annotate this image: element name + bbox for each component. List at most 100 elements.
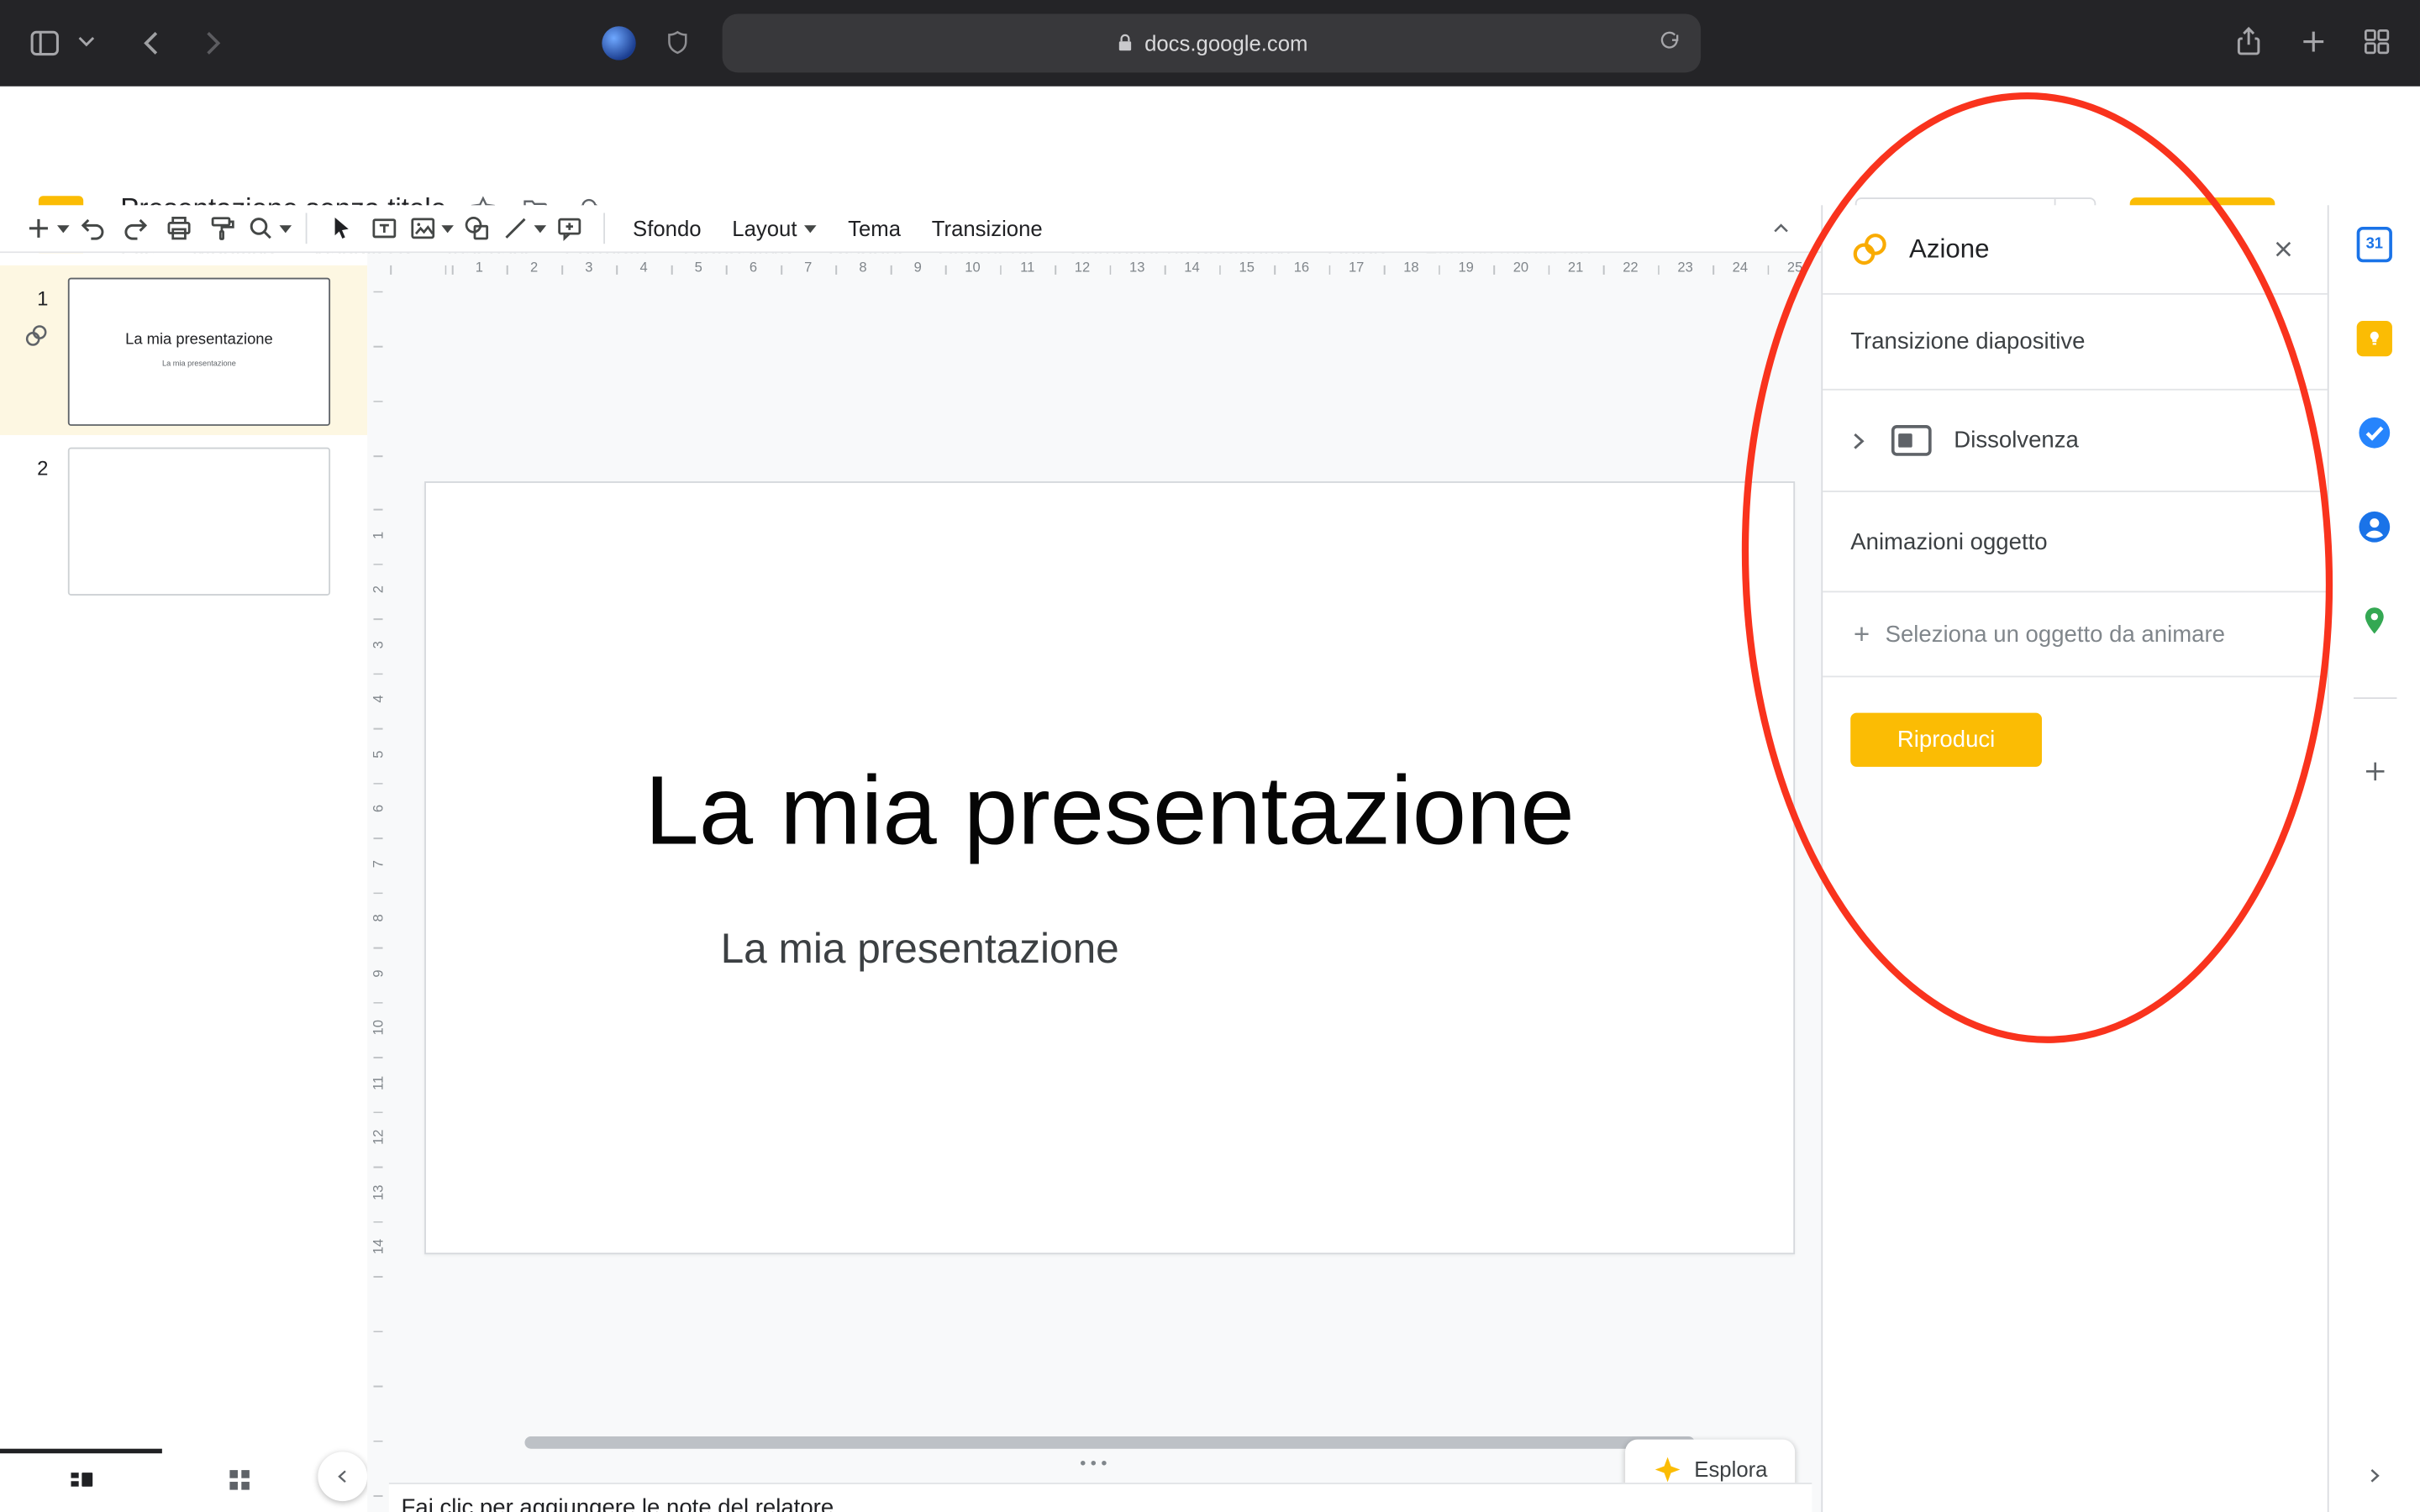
play-button[interactable]: Riproduci xyxy=(1850,713,2042,767)
screen: docs.google.com Presentazione senza tito… xyxy=(0,0,2420,1512)
slide-2-thumbnail[interactable] xyxy=(68,448,330,596)
contacts-icon[interactable] xyxy=(2357,509,2392,544)
select-tool[interactable] xyxy=(321,208,361,249)
background-button[interactable]: Sfondo xyxy=(618,208,717,249)
horizontal-scrollbar[interactable] xyxy=(524,1436,1694,1449)
get-addons-button[interactable] xyxy=(2360,758,2388,785)
insert-shape-button[interactable] xyxy=(457,208,497,249)
select-object-row[interactable]: + Seleziona un oggetto da animare xyxy=(1823,592,2328,677)
speaker-notes[interactable]: Fai clic per aggiungere le note del rela… xyxy=(389,1483,1812,1512)
insert-line-button[interactable] xyxy=(500,208,546,249)
maps-icon[interactable] xyxy=(2359,603,2391,638)
thumbnail-subtitle: La mia presentazione xyxy=(70,360,329,369)
share-page-button[interactable] xyxy=(2233,24,2265,60)
theme-button[interactable]: Tema xyxy=(833,208,917,249)
vertical-ruler: 1234567891011121314 xyxy=(367,253,389,1512)
canvas-area: 1234567891011121314 12345678910111213141… xyxy=(367,253,1821,1512)
ruler-number: 5 xyxy=(695,260,702,275)
slide-1-row[interactable]: 1 La mia presentazione La mia presentazi… xyxy=(0,265,367,435)
filmstrip-view-button[interactable] xyxy=(68,1466,96,1494)
ruler-number: 20 xyxy=(1513,260,1528,275)
expand-rail-button[interactable] xyxy=(2329,1464,2420,1488)
ruler-number: 7 xyxy=(371,853,386,874)
explore-icon xyxy=(1653,1454,1682,1483)
ruler-number: 8 xyxy=(371,907,386,929)
notes-splitter-handle[interactable]: ••• xyxy=(1046,1455,1145,1473)
toolbar-separator xyxy=(306,213,308,244)
add-slide-button[interactable] xyxy=(24,208,70,249)
ruler-number: 7 xyxy=(804,260,812,275)
ruler-number: 9 xyxy=(914,260,922,275)
toolbar: Sfondo Layout Tema Transizione xyxy=(0,205,1821,253)
ruler-number: 23 xyxy=(1677,260,1692,275)
slide-2-row[interactable]: 2 xyxy=(0,435,367,605)
lock-icon xyxy=(1115,33,1134,55)
slide-number: 1 xyxy=(37,287,48,311)
ruler-number: 12 xyxy=(371,1126,386,1148)
ruler-number: 13 xyxy=(371,1181,386,1203)
zoom-button[interactable] xyxy=(245,208,292,249)
url-text: docs.google.com xyxy=(1144,31,1307,55)
ruler-number: 1 xyxy=(371,524,386,546)
ruler-number: 6 xyxy=(750,260,757,275)
expand-chevron-icon xyxy=(1844,427,1872,454)
back-button[interactable] xyxy=(136,24,170,61)
privacy-shield-icon[interactable] xyxy=(664,26,692,59)
slide-subtitle[interactable]: La mia presentazione xyxy=(426,926,1414,974)
keep-icon[interactable] xyxy=(2357,321,2392,356)
insert-comment-button[interactable] xyxy=(550,208,590,249)
ruler-number: 3 xyxy=(371,633,386,655)
text-box-button[interactable] xyxy=(364,208,404,249)
close-panel-button[interactable] xyxy=(2270,236,2296,262)
ruler-number: 2 xyxy=(530,260,538,275)
caret-down-icon xyxy=(441,224,454,232)
forward-button[interactable] xyxy=(194,24,228,61)
slide-title[interactable]: La mia presentazione xyxy=(426,754,1793,869)
layout-label: Layout xyxy=(732,216,797,240)
reload-button[interactable] xyxy=(1658,29,1682,54)
slide-1-thumbnail[interactable]: La mia presentazione La mia presentazion… xyxy=(68,278,330,426)
ruler-number: 3 xyxy=(585,260,592,275)
paint-format-button[interactable] xyxy=(203,208,243,249)
undo-button[interactable] xyxy=(72,208,113,249)
ruler-number: 4 xyxy=(639,260,647,275)
app-header: Presentazione senza titolo File Modifica… xyxy=(0,87,2420,205)
ruler-number: 25 xyxy=(1787,260,1802,275)
transition-row[interactable]: Dissolvenza xyxy=(1823,391,2328,492)
transition-button[interactable]: Transizione xyxy=(916,208,1058,249)
animations-section-label: Animazioni oggetto xyxy=(1823,492,2328,592)
caret-down-icon xyxy=(534,224,547,232)
ruler-number: 19 xyxy=(1458,260,1473,275)
ruler-number: 12 xyxy=(1075,260,1090,275)
rail-divider xyxy=(2353,697,2396,699)
transition-name: Dissolvenza xyxy=(1954,428,2079,454)
ruler-number: 22 xyxy=(1623,260,1638,275)
address-bar[interactable]: docs.google.com xyxy=(723,14,1701,73)
ruler-number: 15 xyxy=(1239,260,1255,275)
browser-chrome: docs.google.com xyxy=(0,0,2420,87)
grid-view-button[interactable] xyxy=(225,1466,253,1494)
transition-section-label: Transizione diapositive xyxy=(1823,295,2328,391)
sidebar-toggle-button[interactable] xyxy=(28,26,61,60)
layout-button[interactable]: Layout xyxy=(717,208,833,249)
collapse-filmstrip-button[interactable] xyxy=(318,1452,367,1501)
calendar-icon[interactable]: 31 xyxy=(2357,227,2392,262)
redo-button[interactable] xyxy=(116,208,156,249)
sidebar-chevron-icon[interactable] xyxy=(77,35,96,48)
ruler-number: 1 xyxy=(476,260,483,275)
ruler-number: 24 xyxy=(1733,260,1748,275)
extension-icon[interactable] xyxy=(602,26,635,60)
insert-image-button[interactable] xyxy=(408,208,454,249)
collapse-toolbar-button[interactable] xyxy=(1769,216,1793,240)
ruler-number: 8 xyxy=(859,260,866,275)
ruler-number: 18 xyxy=(1403,260,1418,275)
tab-overview-button[interactable] xyxy=(2361,26,2392,57)
slide-canvas[interactable]: La mia presentazione La mia presentazion… xyxy=(424,481,1795,1254)
new-tab-button[interactable] xyxy=(2298,26,2329,57)
tasks-icon[interactable] xyxy=(2357,415,2392,450)
print-button[interactable] xyxy=(159,208,199,249)
motion-panel: Azione Transizione diapositive Dissolven… xyxy=(1821,205,2327,1512)
ruler-number: 17 xyxy=(1349,260,1364,275)
ruler-number: 9 xyxy=(371,963,386,984)
ruler-number: 11 xyxy=(1020,260,1034,275)
